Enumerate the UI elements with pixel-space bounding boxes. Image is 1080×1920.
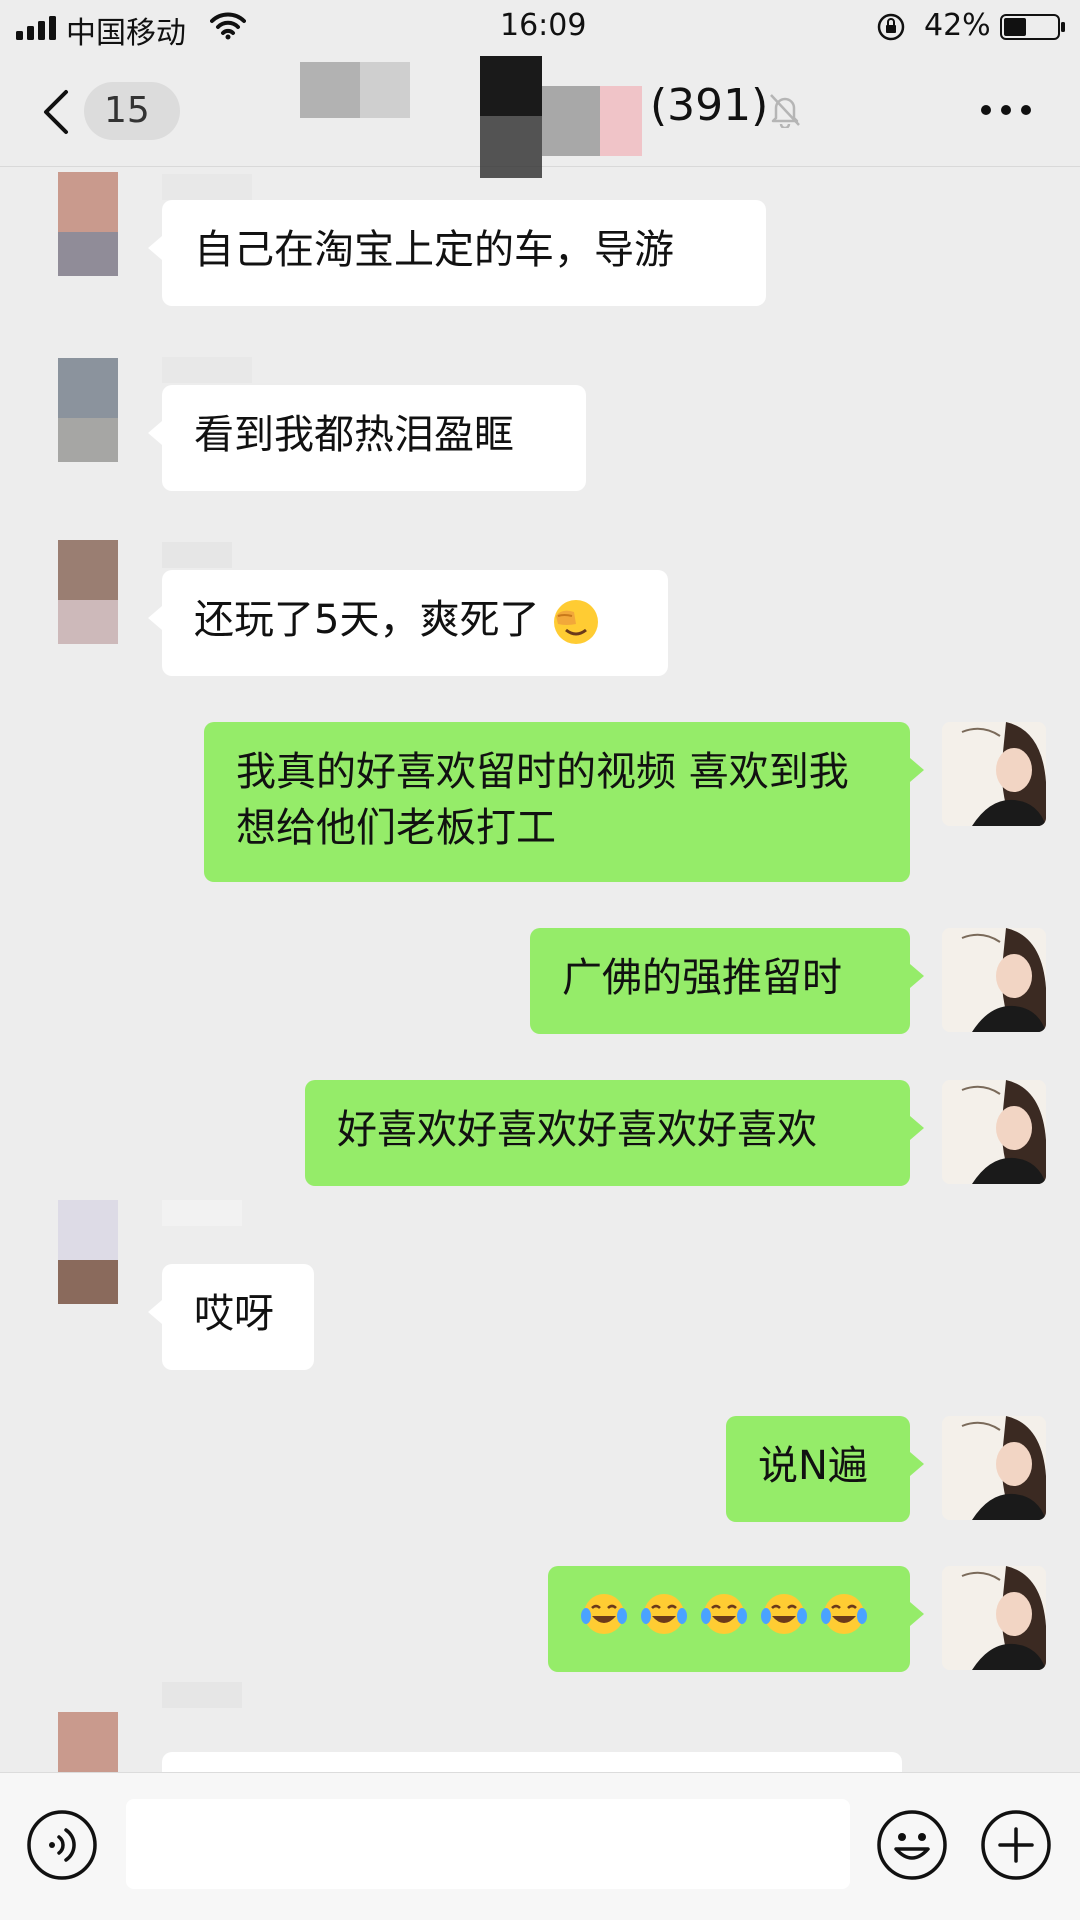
add-attachment-icon[interactable] [980, 1809, 1052, 1881]
message-text: 看到我都热泪盈眶 [194, 412, 514, 458]
emoji-row [580, 1566, 878, 1638]
message-bubble-received[interactable]: 还玩了5天，爽死了 [148, 570, 668, 676]
unread-count-badge[interactable]: 15 [84, 82, 180, 140]
mute-bell-icon [770, 94, 800, 128]
sender-name-redacted [162, 357, 252, 383]
message-bubble-sent[interactable]: 我真的好喜欢留时的视频 喜欢到我想给他们老板打工 [204, 722, 924, 882]
tears-of-joy-emoji-icon [821, 1594, 867, 1634]
unread-count: 15 [104, 90, 150, 131]
message-text: 还玩了5天，爽死了 [194, 597, 540, 643]
avatar[interactable] [30, 358, 134, 462]
more-options-icon[interactable] [980, 100, 1032, 120]
orientation-lock-icon [877, 13, 905, 41]
message-bubble-sent[interactable]: 好喜欢好喜欢好喜欢好喜欢 [305, 1080, 924, 1186]
message-text: 哎呀 [194, 1291, 274, 1337]
tears-of-joy-emoji-icon [641, 1594, 687, 1634]
status-bar: 中国移动 16:09 42% [0, 0, 1080, 56]
message-bubble-received[interactable]: 自己在淘宝上定的车，导游 [148, 200, 766, 306]
face-palm-emoji-icon [554, 600, 599, 644]
message-list[interactable]: 自己在淘宝上定的车，导游 看到我都热泪盈眶 还玩了5天，爽死了 我真的好喜欢留时… [0, 167, 1080, 1772]
chat-header: 15 (391) [0, 56, 1080, 178]
group-member-count: (391) [650, 80, 769, 131]
battery-icon [1000, 14, 1065, 40]
clock-time: 16:09 [500, 8, 587, 43]
message-bubble-sent[interactable]: 说N遍 [726, 1416, 924, 1522]
sender-name-redacted [162, 542, 232, 568]
sender-name-redacted [162, 1682, 242, 1708]
message-text: 好喜欢好喜欢好喜欢好喜欢 [337, 1107, 817, 1153]
emoji-picker-icon[interactable] [876, 1809, 948, 1881]
message-input[interactable] [126, 1799, 850, 1889]
message-text: 我真的好喜欢留时的视频 喜欢到我想给他们老板打工 [236, 749, 849, 851]
group-title-redacted [300, 56, 642, 178]
avatar[interactable] [30, 1712, 134, 1772]
back-arrow-icon[interactable] [36, 84, 76, 140]
message-bubble-received[interactable]: 哎呀 [148, 1264, 314, 1370]
voice-input-icon[interactable] [26, 1809, 98, 1881]
message-bubble-sent[interactable] [548, 1566, 924, 1672]
my-avatar[interactable] [942, 1080, 1046, 1184]
carrier-name: 中国移动 [66, 16, 186, 51]
message-text: 自己在淘宝上定的车，导游 [194, 227, 674, 273]
sender-name-redacted [162, 174, 252, 200]
chat-screen: 中国移动 16:09 42% 15 (391) 自己在淘宝上定的车，导游 看到我… [0, 0, 1080, 1920]
battery-percent: 42% [924, 8, 991, 43]
my-avatar[interactable] [942, 722, 1046, 826]
message-text: 广佛的强推留时 [562, 955, 842, 1001]
avatar[interactable] [30, 1200, 134, 1304]
my-avatar[interactable] [942, 1566, 1046, 1670]
message-input-bar [0, 1772, 1080, 1920]
avatar[interactable] [30, 172, 134, 276]
sender-name-redacted [162, 1200, 242, 1226]
tears-of-joy-emoji-icon [581, 1594, 627, 1634]
my-avatar[interactable] [942, 928, 1046, 1032]
message-bubble-received[interactable]: 看到我都热泪盈眶 [148, 385, 586, 491]
message-bubble-sent[interactable]: 广佛的强推留时 [530, 928, 924, 1034]
avatar[interactable] [30, 540, 134, 644]
my-avatar[interactable] [942, 1416, 1046, 1520]
wifi-icon [210, 12, 246, 40]
message-bubble-received[interactable] [162, 1752, 902, 1772]
tears-of-joy-emoji-icon [761, 1594, 807, 1634]
cellular-signal-icon [16, 16, 56, 40]
message-text: 说N遍 [758, 1443, 868, 1489]
tears-of-joy-emoji-icon [701, 1594, 747, 1634]
